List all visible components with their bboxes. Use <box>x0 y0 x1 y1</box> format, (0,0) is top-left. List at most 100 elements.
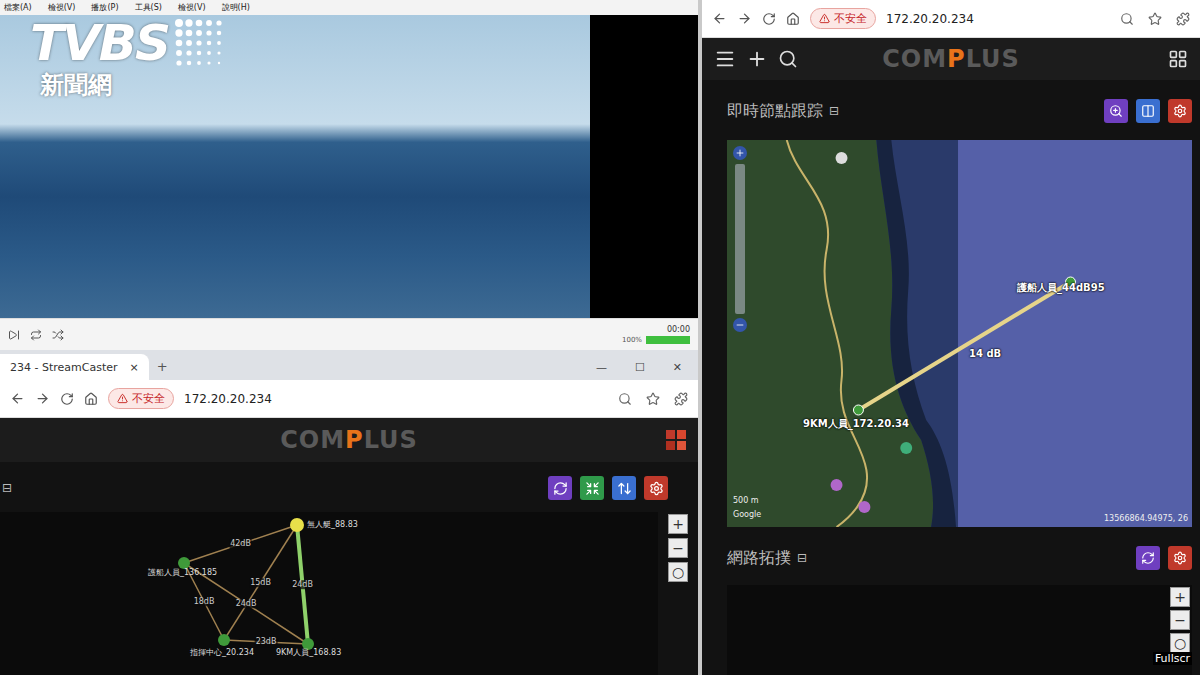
right-browser: 不安全172.20.20.234COMPLUS即時節點跟踪⊟護船人員_44dB9… <box>702 0 1200 675</box>
window-control[interactable]: — <box>596 361 607 374</box>
add-icon[interactable] <box>746 48 768 70</box>
tvbs-watermark: TVBS新聞網 <box>30 16 227 100</box>
topology-area: 42dB15dB24dB18dB24dB23dB無人艇_88.83護船人員_13… <box>0 512 698 675</box>
menu-item[interactable]: 檢視(V) <box>178 2 206 13</box>
section-button[interactable] <box>1104 99 1128 123</box>
back-icon[interactable] <box>10 391 25 406</box>
app-header: COMPLUS <box>0 418 698 462</box>
browser-tab[interactable]: 234 - StreamCaster × <box>0 354 149 380</box>
repeat-icon[interactable] <box>30 329 42 341</box>
apps-grid-icon[interactable] <box>666 430 686 450</box>
zoom-out-button[interactable] <box>733 318 747 332</box>
topology-panel[interactable]: + − ○Fullscr <box>727 585 1192 675</box>
plus-icon <box>735 148 745 158</box>
zoom-track[interactable] <box>735 164 745 314</box>
tool-icon <box>553 481 568 496</box>
tool-icon <box>649 481 664 496</box>
zoom-button[interactable]: ○ <box>1170 633 1190 653</box>
tool-button[interactable] <box>548 476 572 500</box>
link-label: 18dB <box>193 597 216 607</box>
tab-strip: 234 - StreamCaster × + — ☐ ✕ <box>0 350 698 380</box>
section-icon: ⊟ <box>797 551 807 565</box>
search-icon[interactable] <box>778 49 798 69</box>
screen: 檔案(A) 檢視(V) 播放(P) 工具(S) 檢視(V) 說明(H) 00:00 100% T… <box>0 0 1200 675</box>
menu-item[interactable]: 工具(S) <box>135 2 162 13</box>
home-icon[interactable] <box>84 392 98 406</box>
shuffle-icon[interactable] <box>52 329 64 341</box>
logo-part: P <box>947 45 966 73</box>
security-badge[interactable]: 不安全 <box>810 8 876 29</box>
zoom-button[interactable]: − <box>1170 610 1190 630</box>
tool-icon <box>617 481 632 496</box>
tool-button[interactable] <box>612 476 636 500</box>
playback-time: 00:00 <box>667 325 690 334</box>
menu-item[interactable]: 說明(H) <box>222 2 250 13</box>
window-control[interactable]: ✕ <box>673 361 682 374</box>
section-button[interactable] <box>1168 546 1192 570</box>
topology-canvas[interactable]: 42dB15dB24dB18dB24dB23dB無人艇_88.83護船人員_13… <box>0 512 658 675</box>
menu-item[interactable]: 檢視(V) <box>48 2 76 13</box>
forward-icon[interactable] <box>35 391 50 406</box>
minus-icon <box>735 320 745 330</box>
link-label: 23dB <box>255 637 278 647</box>
security-badge[interactable]: 不安全 <box>108 388 174 409</box>
window-control[interactable]: ☐ <box>635 361 645 374</box>
tab-close[interactable]: × <box>130 361 139 374</box>
tool-button[interactable] <box>580 476 604 500</box>
topology-link[interactable] <box>224 525 297 640</box>
new-tab-button[interactable]: + <box>149 354 176 380</box>
forward-icon[interactable] <box>737 11 752 26</box>
link-label: 24dB <box>291 580 314 590</box>
tab-title: 234 - StreamCaster <box>10 361 118 374</box>
search-icon[interactable] <box>1120 12 1134 26</box>
topology-link[interactable] <box>184 525 297 563</box>
section-title: 網路拓撲⊟ <box>727 548 807 569</box>
skip-icon[interactable] <box>8 329 20 341</box>
fullscreen-button[interactable]: Fullscr <box>1153 652 1192 665</box>
address-actions <box>1120 12 1190 26</box>
extension-icon[interactable] <box>1176 12 1190 26</box>
topology-node[interactable] <box>178 557 190 569</box>
back-icon[interactable] <box>712 11 727 26</box>
url-field[interactable]: 172.20.20.234 <box>184 392 608 406</box>
zoom-controls: + − ○ <box>1170 587 1190 653</box>
reload-icon[interactable] <box>60 392 74 406</box>
section-header: 網路拓撲⊟ <box>727 545 1192 571</box>
zoom-in-button[interactable] <box>733 146 747 160</box>
topology-node[interactable] <box>290 518 304 532</box>
section-title: 即時節點跟踪⊟ <box>727 101 839 122</box>
apps-icon[interactable] <box>1168 49 1188 69</box>
home-icon[interactable] <box>786 12 800 26</box>
zoom-button[interactable]: + <box>668 514 688 534</box>
section-button[interactable] <box>1136 546 1160 570</box>
map-link <box>858 282 1070 410</box>
volume-track[interactable] <box>646 336 690 344</box>
zoom-button[interactable]: ○ <box>668 562 688 582</box>
tool-button[interactable] <box>644 476 668 500</box>
extension-icon[interactable] <box>674 392 688 406</box>
zoom-controls: + − ○ <box>658 512 698 675</box>
menu-icon[interactable] <box>714 48 736 70</box>
url-field[interactable]: 172.20.20.234 <box>886 12 1110 26</box>
bookmark-icon[interactable] <box>646 392 660 406</box>
player-status: 00:00 100% <box>622 325 690 344</box>
tracking-map[interactable]: 護船人員_44dB959KM人員_172.20.3414 dB500 mGoog… <box>727 140 1192 527</box>
warning-icon <box>819 13 830 24</box>
zoom-button[interactable]: − <box>668 538 688 558</box>
search-icon[interactable] <box>618 392 632 406</box>
topology-node[interactable] <box>218 634 230 646</box>
zoom-button[interactable]: + <box>1170 587 1190 607</box>
section-button[interactable] <box>1168 99 1192 123</box>
left-column: 檔案(A) 檢視(V) 播放(P) 工具(S) 檢視(V) 說明(H) 00:00 100% T… <box>0 0 698 675</box>
reload-icon[interactable] <box>762 12 776 26</box>
button-icon <box>1173 104 1187 118</box>
bookmark-icon[interactable] <box>1148 12 1162 26</box>
button-icon <box>1109 104 1123 118</box>
menu-item[interactable]: 檔案(A) <box>4 2 32 13</box>
menu-item[interactable]: 播放(P) <box>91 2 118 13</box>
section-button[interactable] <box>1136 99 1160 123</box>
volume-control[interactable]: 100% <box>622 336 690 344</box>
map-zoom-slider[interactable] <box>733 146 747 332</box>
page-body: 即時節點跟踪⊟ 護船人員_44dB959KM人員_172.20.3414 dB50… <box>702 80 1200 675</box>
dots-logo-icon <box>173 17 227 71</box>
